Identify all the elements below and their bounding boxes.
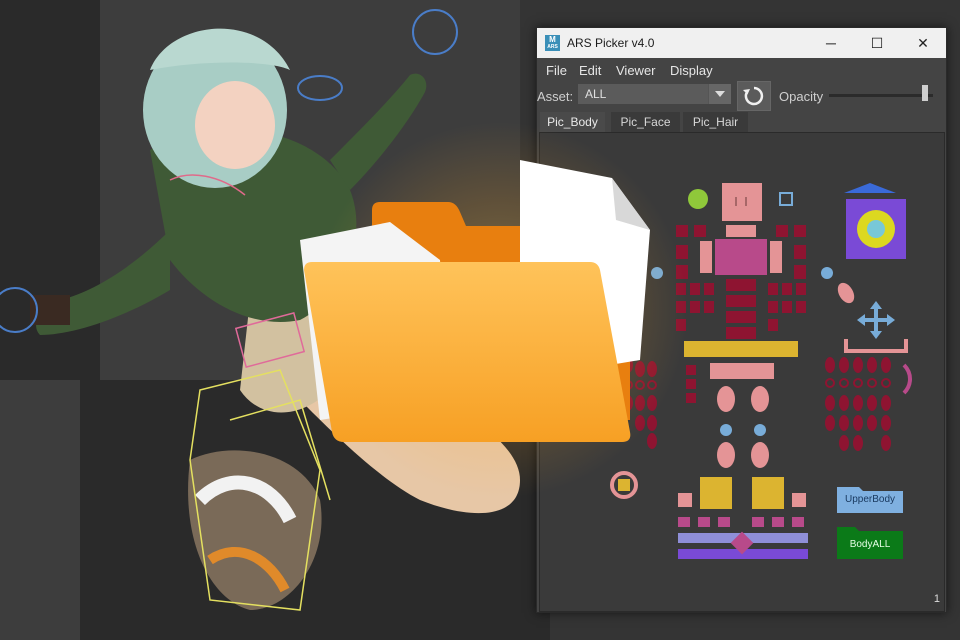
body-all-button[interactable]: BodyALL (837, 527, 903, 559)
tab-pic-face[interactable]: Pic_Face (611, 112, 680, 132)
app-icon-sub: ARS (547, 44, 558, 50)
foot-r-control[interactable] (752, 477, 784, 509)
page-number: 1 (933, 593, 940, 605)
close-button[interactable]: ✕ (900, 28, 946, 58)
dropdown-arrow-icon (708, 84, 731, 104)
window-title: ARS Picker v4.0 (567, 36, 655, 50)
menu-edit[interactable]: Edit (579, 63, 601, 78)
opacity-slider-handle[interactable] (922, 85, 928, 101)
neck-control[interactable] (726, 225, 756, 237)
refresh-icon (743, 86, 764, 106)
shoulder-l-control[interactable] (700, 241, 712, 273)
folder-glow (310, 120, 690, 500)
chest-control[interactable] (715, 239, 767, 275)
opacity-label: Opacity (779, 89, 824, 104)
tab-pic-hair[interactable]: Pic_Hair (683, 112, 748, 132)
menu-bar: File Edit Viewer Display (537, 58, 946, 80)
menu-file[interactable]: File (546, 63, 567, 78)
opacity-slider[interactable] (829, 94, 933, 97)
foot-l-control[interactable] (700, 477, 732, 509)
lime-control[interactable] (688, 189, 708, 209)
maya-app-icon: M ARS (545, 35, 560, 51)
asset-dropdown-value: ALL (585, 87, 607, 101)
minimize-button[interactable]: ─ (808, 28, 854, 58)
blue-square-control[interactable] (779, 192, 793, 206)
menu-display[interactable]: Display (670, 63, 713, 78)
shoulder-r-control[interactable] (770, 241, 782, 273)
refresh-button[interactable] (737, 81, 771, 111)
upper-body-button[interactable]: UpperBody (837, 483, 903, 513)
upper-body-label: UpperBody (844, 494, 896, 505)
asset-label: Asset: (537, 89, 574, 104)
title-bar[interactable]: M ARS ARS Picker v4.0 ─ ☐ ✕ (537, 28, 946, 58)
pelvis-control[interactable] (710, 363, 774, 379)
move-arrows-icon[interactable] (857, 301, 895, 339)
hair-triangle[interactable] (844, 183, 896, 193)
head-control[interactable] (722, 183, 762, 221)
picker-tabs: Pic_Body Pic_Face Pic_Hair (537, 112, 946, 132)
maximize-button[interactable]: ☐ (854, 28, 900, 58)
asset-toolbar: Asset: ALL Opacity (537, 80, 946, 111)
asset-dropdown[interactable]: ALL (578, 84, 731, 104)
menu-viewer[interactable]: Viewer (616, 63, 656, 78)
hips-control[interactable] (684, 341, 798, 357)
body-all-label: BodyALL (849, 539, 891, 550)
